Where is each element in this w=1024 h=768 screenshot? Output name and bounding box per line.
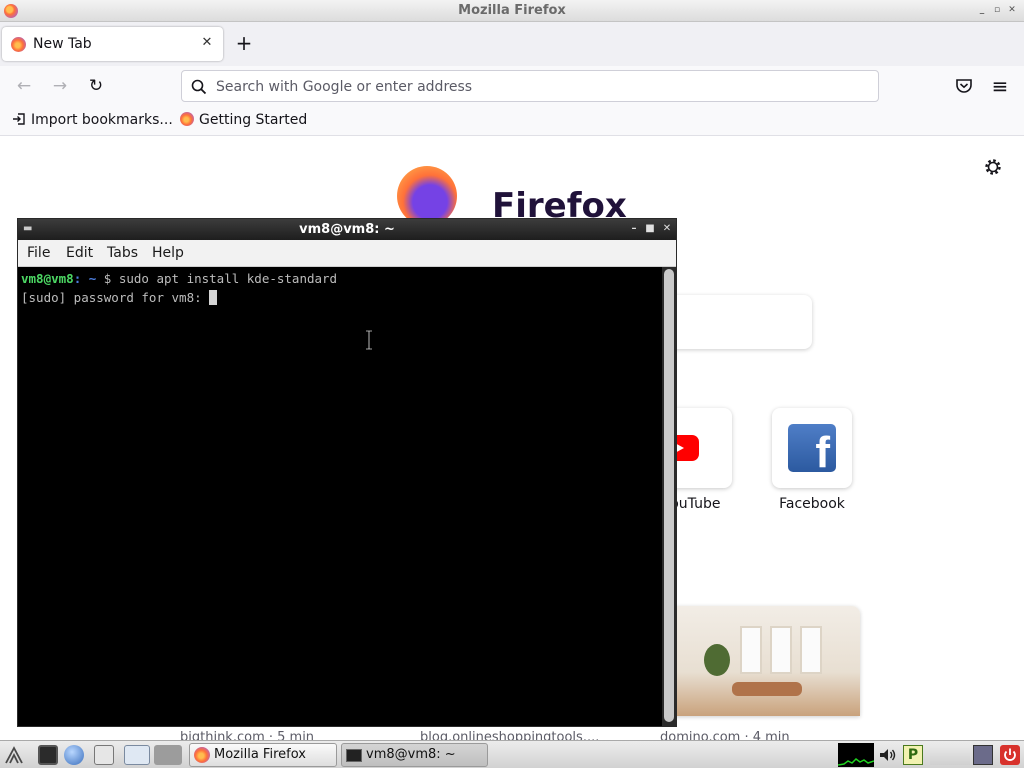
terminal-maximize-icon[interactable]: ■ [644, 223, 656, 235]
tab-label: New Tab [33, 36, 92, 52]
bookmark-label: Getting Started [199, 112, 308, 128]
close-tab-icon[interactable]: ✕ [199, 35, 215, 51]
menu-file[interactable]: File [27, 245, 50, 261]
new-tab-button[interactable]: + [232, 32, 256, 56]
firefox-title-bar[interactable]: Mozilla Firefox _ ▫ ✕ [0, 0, 1024, 22]
plant-image-part [704, 644, 730, 676]
firefox-task-icon [194, 747, 210, 763]
prompt-path: : ~ [73, 271, 97, 286]
terminal-window[interactable]: ▬ vm8@vm8: ~ – ■ ✕ File Edit Tabs Help v… [17, 218, 677, 727]
sofa-image-part [732, 682, 802, 696]
shortcut-label-facebook: Facebook [779, 496, 845, 512]
firefox-tab-icon [11, 37, 26, 52]
bookmarks-toolbar: Import bookmarks... Getting Started [0, 106, 1024, 136]
address-input[interactable] [216, 77, 856, 97]
bookmark-import[interactable]: Import bookmarks... [12, 112, 173, 130]
desktop-1-icon[interactable] [124, 745, 150, 765]
menu-icon[interactable]: ≡ [988, 74, 1012, 98]
terminal-minimize-icon[interactable]: – [628, 223, 640, 235]
url-bar[interactable] [181, 70, 879, 102]
clipboard-manager-icon[interactable]: P [903, 745, 923, 765]
import-icon [13, 113, 25, 125]
terminal-line: [sudo] password for vm8: [21, 290, 218, 305]
window-image-part [770, 626, 792, 674]
terminal-line: vm8@vm8: ~ $ sudo apt install kde-standa… [21, 271, 337, 286]
maximize-icon[interactable]: ▫ [991, 4, 1003, 16]
story-card-image[interactable] [670, 606, 860, 716]
shortcut-tile-facebook[interactable]: f [772, 408, 852, 488]
back-button[interactable]: ← [12, 74, 36, 98]
bookmark-label: Import bookmarks... [31, 112, 173, 128]
navigation-toolbar: ← → ↻ ≡ [0, 66, 1024, 106]
window-image-part [800, 626, 822, 674]
terminal-launcher-icon[interactable] [38, 745, 58, 765]
gear-icon[interactable] [983, 157, 1003, 177]
task-firefox[interactable]: Mozilla Firefox [189, 743, 337, 767]
task-label: Mozilla Firefox [214, 747, 306, 762]
taskbar: Mozilla Firefox vm8@vm8: ~ P [0, 740, 1024, 768]
desktop-2-icon[interactable] [154, 745, 182, 765]
minimize-icon[interactable]: _ [976, 4, 988, 16]
screen-lock-icon[interactable] [973, 745, 993, 765]
power-icon[interactable] [1000, 745, 1020, 765]
terminal-close-icon[interactable]: ✕ [661, 223, 673, 235]
pocket-icon[interactable] [955, 78, 973, 94]
terminal-output[interactable]: vm8@vm8: ~ $ sudo apt install kde-standa… [18, 267, 662, 726]
terminal-title-bar[interactable]: ▬ vm8@vm8: ~ – ■ ✕ [18, 219, 676, 240]
task-terminal[interactable]: vm8@vm8: ~ [341, 743, 488, 767]
window-title: Mozilla Firefox [458, 3, 566, 18]
text-cursor [209, 290, 218, 305]
tab-new-tab[interactable]: New Tab ✕ [2, 27, 223, 61]
prompt-user: vm8@vm8 [21, 271, 74, 286]
scrollbar-thumb[interactable] [664, 269, 674, 722]
clock-area[interactable] [930, 745, 970, 765]
reload-button[interactable]: ↻ [84, 74, 108, 98]
start-menu-icon[interactable] [4, 745, 24, 765]
window-image-part [740, 626, 762, 674]
task-label: vm8@vm8: ~ [366, 747, 456, 762]
cpu-monitor-icon[interactable] [838, 743, 874, 767]
firefox-logo [397, 166, 457, 226]
menu-edit[interactable]: Edit [66, 245, 93, 261]
volume-icon[interactable] [877, 745, 897, 765]
tab-strip: New Tab ✕ + [0, 22, 1024, 66]
facebook-icon: f [788, 424, 836, 472]
ibeam-cursor-icon [366, 330, 372, 350]
terminal-scrollbar[interactable] [662, 267, 676, 726]
command-text: $ sudo apt install kde-standard [96, 271, 338, 286]
terminal-task-icon [346, 749, 362, 762]
firefox-bookmark-icon [180, 112, 194, 126]
terminal-title: vm8@vm8: ~ [299, 222, 395, 237]
menu-help[interactable]: Help [152, 245, 184, 261]
close-window-icon[interactable]: ✕ [1006, 4, 1018, 16]
window-switcher-icon[interactable] [94, 745, 114, 765]
menu-tabs[interactable]: Tabs [107, 245, 138, 261]
password-prompt: [sudo] password for vm8: [21, 290, 210, 305]
bookmark-getting-started[interactable]: Getting Started [180, 112, 307, 130]
terminal-menubar: File Edit Tabs Help [18, 240, 676, 267]
browser-launcher-icon[interactable] [64, 745, 84, 765]
forward-button[interactable]: → [48, 74, 72, 98]
search-icon [191, 79, 207, 95]
